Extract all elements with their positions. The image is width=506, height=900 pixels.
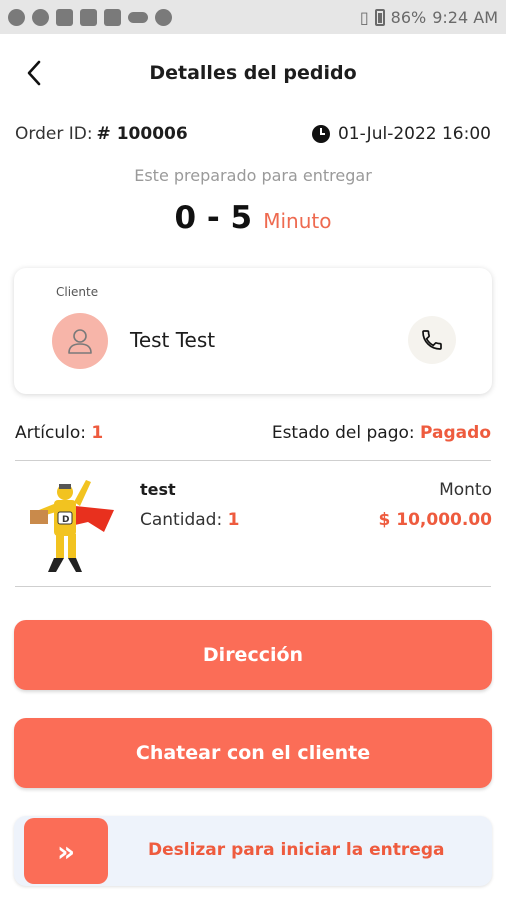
article-label: Artículo: <box>15 423 86 443</box>
prep-status-text: Este preparado para entregar <box>134 166 372 185</box>
call-customer-button[interactable] <box>408 316 456 364</box>
eta-unit: Minuto <box>263 209 332 233</box>
article-count: Artículo: 1 <box>15 423 103 443</box>
article-count-value: 1 <box>91 423 104 443</box>
order-datetime-text: 01-Jul-2022 16:00 <box>337 124 491 144</box>
eta-display: 0 - 5 Minuto <box>0 200 506 236</box>
notification-icons <box>8 8 172 26</box>
customer-name: Test Test <box>130 328 216 352</box>
status-bar: ▯ 86% 9:24 AM <box>0 0 506 34</box>
item-quantity: Cantidad: 1 <box>140 510 239 530</box>
page-title: Detalles del pedido <box>149 62 357 84</box>
product-image: D <box>30 480 114 572</box>
shield-icon <box>155 8 172 26</box>
order-datetime: 01-Jul-2022 16:00 <box>311 124 491 144</box>
amount-label: Monto <box>439 480 492 500</box>
clock-icon <box>311 125 330 143</box>
phone-icon <box>422 330 442 350</box>
quantity-label: Cantidad: <box>140 510 223 530</box>
slider-handle[interactable]: » <box>24 818 108 884</box>
app-notification-icon <box>56 8 73 26</box>
order-id-row: Order ID: # 100006 01-Jul-2022 16:00 <box>15 124 491 144</box>
amount-value: $ 10,000.00 <box>378 510 492 530</box>
svg-text:D: D <box>62 515 69 525</box>
eta-range: 0 - 5 <box>174 200 253 236</box>
image-icon <box>80 8 97 26</box>
order-summary-row: Artículo: 1 Estado del pago: Pagado <box>15 423 491 443</box>
app-header: Detalles del pedido <box>0 40 506 106</box>
facebook-icon <box>8 8 25 26</box>
divider <box>15 586 491 587</box>
chat-customer-button[interactable]: Chatear con el cliente <box>14 718 492 788</box>
avatar <box>52 313 108 369</box>
customer-label: Cliente <box>56 285 99 299</box>
start-delivery-slider[interactable]: » Deslizar para iniciar la entrega <box>14 816 492 886</box>
cloud-icon <box>128 11 148 23</box>
divider <box>15 460 491 461</box>
signal-icon: ▯ <box>359 7 369 27</box>
customer-card: Cliente Test Test <box>14 268 492 394</box>
payment-status-value: Pagado <box>420 423 491 443</box>
app-notification-icon <box>104 8 121 26</box>
back-button[interactable] <box>20 58 48 88</box>
clock-time: 9:24 AM <box>432 7 498 27</box>
direction-button[interactable]: Dirección <box>14 620 492 690</box>
chevron-left-icon <box>27 60 41 86</box>
order-id-label: Order ID: <box>15 124 93 144</box>
quantity-value: 1 <box>227 510 240 530</box>
payment-status: Estado del pago: Pagado <box>272 423 491 443</box>
battery-level: 86% <box>390 7 427 27</box>
slider-label: Deslizar para iniciar la entrega <box>148 840 445 860</box>
order-id-value: # 100006 <box>96 124 188 144</box>
payment-label: Estado del pago: <box>271 423 415 443</box>
battery-icon <box>374 8 385 26</box>
user-icon <box>68 329 92 354</box>
facebook-icon <box>32 8 49 26</box>
item-name: test <box>140 480 176 499</box>
double-chevron-right-icon: » <box>56 834 76 868</box>
